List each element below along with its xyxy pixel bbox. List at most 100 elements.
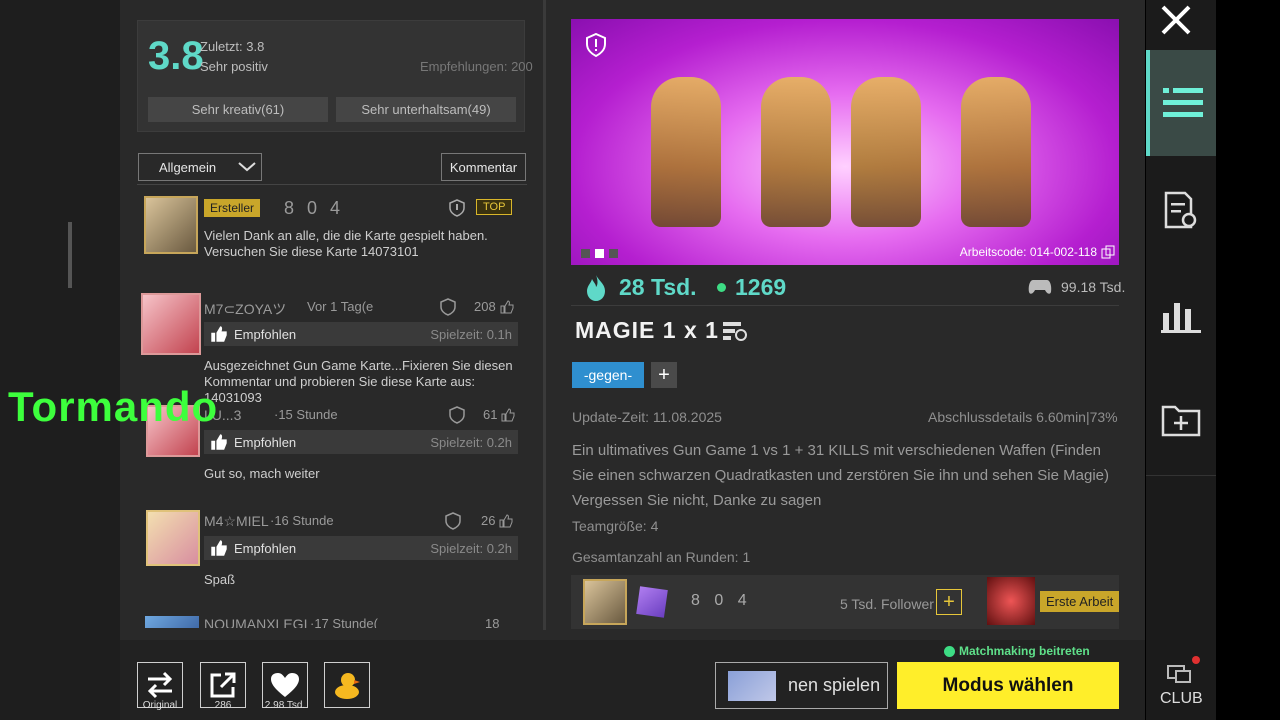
carousel-dot[interactable] bbox=[609, 249, 618, 258]
comment-text: Gut so, mach weiter bbox=[204, 466, 320, 481]
rating-last: Zuletzt: 3.8 bbox=[200, 39, 265, 54]
nav-stats[interactable] bbox=[1146, 266, 1216, 366]
nav-log[interactable] bbox=[1146, 160, 1216, 260]
creator-avatar[interactable] bbox=[583, 579, 627, 625]
original-button[interactable]: Original bbox=[137, 662, 183, 711]
playtime: Spielzeit: 0.2h bbox=[430, 540, 512, 556]
duck-button[interactable] bbox=[324, 662, 370, 708]
copy-icon[interactable] bbox=[1101, 245, 1115, 259]
carousel-dot-active[interactable] bbox=[595, 249, 604, 258]
comment-time: Vor 1 Tag(e bbox=[307, 299, 374, 314]
like-button[interactable]: 61 bbox=[483, 407, 515, 422]
comment-author[interactable]: M7⊂ZOYAツ bbox=[204, 299, 286, 319]
matchmaking-label: Matchmaking beitreten bbox=[959, 644, 1090, 658]
matchmaking-toggle[interactable]: Matchmaking beitreten bbox=[944, 644, 1090, 658]
like-count: 18 bbox=[485, 616, 500, 628]
playtime: Spielzeit: 0.2h bbox=[430, 434, 512, 450]
map-preview-image[interactable]: Arbeitscode: 014-002-118 bbox=[571, 19, 1119, 265]
shield-icon[interactable] bbox=[444, 512, 462, 530]
work-code: Arbeitscode: 014-002-118 bbox=[959, 245, 1097, 259]
preview-figure bbox=[851, 77, 921, 227]
carousel-indicator[interactable] bbox=[581, 249, 618, 258]
nav-save[interactable] bbox=[1146, 370, 1216, 470]
avatar[interactable] bbox=[146, 510, 200, 566]
tag-very-entertaining[interactable]: Sehr unterhaltsam(49) bbox=[336, 97, 516, 122]
thumb-up-icon bbox=[500, 299, 514, 313]
map-type-icon[interactable] bbox=[722, 320, 748, 342]
like-map-button[interactable]: 2.98 Tsd. bbox=[262, 662, 308, 711]
nav-details[interactable] bbox=[1146, 50, 1216, 156]
play-label: nen spielen bbox=[788, 675, 881, 695]
comment-author[interactable]: 8 0 4 bbox=[284, 198, 344, 219]
document-icon bbox=[1164, 191, 1197, 229]
dropdown-value: Allgemein bbox=[159, 159, 217, 175]
flame-icon bbox=[587, 275, 605, 301]
comment-text: Ausgezeichnet Gun Game Karte...Fixieren … bbox=[204, 358, 513, 405]
avatar[interactable] bbox=[145, 616, 199, 628]
comment-time: ·17 Stunde( bbox=[310, 616, 378, 628]
comment-button[interactable]: Kommentar bbox=[441, 153, 526, 181]
comment-author[interactable]: M4☆MIEL bbox=[204, 513, 269, 530]
online-count: 1269 bbox=[735, 274, 787, 300]
playtime: Spielzeit: 0.1h bbox=[430, 326, 512, 342]
map-title: MAGIE 1 x 1 bbox=[575, 317, 719, 343]
likes-count: 2.98 Tsd. bbox=[264, 700, 306, 711]
carousel-dot[interactable] bbox=[581, 249, 590, 258]
chevron-down-icon bbox=[238, 162, 256, 172]
select-mode-button[interactable]: Modus wählen bbox=[897, 662, 1119, 709]
preview-figure bbox=[651, 77, 721, 227]
comment-time: ·15 Stunde bbox=[274, 407, 338, 422]
rating-sentiment: Sehr positiv bbox=[200, 59, 268, 74]
tag-very-creative[interactable]: Sehr kreativ(61) bbox=[148, 97, 328, 122]
thumb-up-icon bbox=[499, 513, 513, 527]
club-label: CLUB bbox=[1160, 690, 1203, 707]
preview-figure bbox=[761, 77, 831, 227]
avatar[interactable] bbox=[144, 196, 198, 254]
thumb-up-icon bbox=[211, 326, 227, 342]
thumb-up-icon bbox=[211, 434, 227, 450]
like-count: 61 bbox=[483, 407, 498, 422]
panel-divider bbox=[543, 0, 546, 630]
divider bbox=[1146, 475, 1216, 476]
avatar[interactable] bbox=[141, 293, 201, 355]
shield-icon[interactable] bbox=[448, 199, 466, 217]
shield-icon[interactable] bbox=[439, 298, 457, 316]
rounds: Gesamtanzahl an Runden: 1 bbox=[572, 549, 751, 563]
add-tag-button[interactable]: + bbox=[651, 362, 677, 388]
map-tag[interactable]: -gegen- bbox=[572, 362, 644, 388]
cube-icon bbox=[636, 586, 668, 618]
play-together-button[interactable]: nen spielen bbox=[715, 662, 888, 709]
scrollbar[interactable] bbox=[68, 222, 72, 288]
recommended-label: Empfohlen bbox=[234, 540, 297, 556]
like-button[interactable]: 26 bbox=[481, 513, 513, 528]
share-button[interactable]: 286 bbox=[200, 662, 246, 711]
online-dot-icon bbox=[944, 645, 955, 657]
like-count: 26 bbox=[481, 513, 496, 528]
club-button[interactable]: CLUB bbox=[1158, 656, 1203, 716]
comment-text: Vielen Dank an alle, die die Karte gespi… bbox=[204, 228, 488, 259]
team-size: Teamgröße: 4 bbox=[572, 518, 659, 534]
like-count: 208 bbox=[474, 299, 496, 314]
comment-text: Spaß bbox=[204, 572, 236, 587]
bar-chart-icon bbox=[1161, 303, 1201, 333]
creator-name[interactable]: 8 0 4 bbox=[691, 592, 752, 610]
shield-icon[interactable] bbox=[585, 33, 607, 57]
map-description: Ein ultimatives Gun Game 1 vs 1 + 31 KIL… bbox=[572, 442, 1109, 509]
divider bbox=[571, 305, 1119, 306]
duck-icon bbox=[324, 662, 370, 708]
gamepad-icon bbox=[1028, 280, 1052, 294]
shield-icon[interactable] bbox=[448, 406, 466, 424]
achievement-avatar bbox=[987, 577, 1035, 625]
play-count: 99.18 Tsd. bbox=[1061, 279, 1126, 295]
play-thumbnail bbox=[728, 670, 776, 701]
share-count: 286 bbox=[214, 700, 232, 711]
recommendation-row: Empfohlen Spielzeit: 0.2h bbox=[204, 430, 518, 454]
like-button[interactable]: 208 bbox=[474, 299, 514, 314]
close-icon[interactable] bbox=[1160, 4, 1192, 36]
follow-button[interactable]: + bbox=[936, 589, 962, 615]
rating-score: 3.8 bbox=[148, 34, 204, 78]
update-time: Update-Zeit: 11.08.2025 bbox=[572, 409, 722, 425]
comment-filter-dropdown[interactable]: Allgemein bbox=[138, 153, 262, 181]
chat-icon bbox=[1167, 665, 1191, 683]
comment-author[interactable]: NOUMANXLEGI bbox=[204, 616, 307, 628]
